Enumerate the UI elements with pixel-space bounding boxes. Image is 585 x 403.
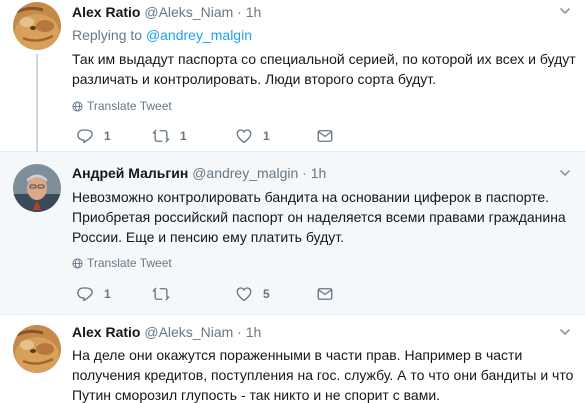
chevron-down-icon[interactable] xyxy=(559,326,571,338)
tweet-1[interactable]: Alex Ratio @Aleks_Niam · 1h Replying to … xyxy=(0,0,585,152)
tweet-text: Так им выдадут паспорта со специальной с… xyxy=(72,51,576,87)
author-handle[interactable]: @andrey_malgin xyxy=(192,165,298,181)
globe-icon xyxy=(72,258,83,269)
translate-tweet-link[interactable]: Translate Tweet xyxy=(72,99,172,113)
author-name[interactable]: Alex Ratio xyxy=(72,4,140,20)
heart-icon xyxy=(235,127,253,145)
like-button[interactable]: 1 xyxy=(235,127,270,145)
direct-message-button[interactable] xyxy=(316,285,334,303)
reply-count: 1 xyxy=(104,287,111,301)
tweet-actions: 1 1 1 xyxy=(72,127,352,147)
retweet-button[interactable]: 1 xyxy=(152,127,187,145)
reply-icon xyxy=(76,127,94,145)
retweet-icon xyxy=(152,127,170,145)
translate-label: Translate Tweet xyxy=(87,99,172,113)
envelope-icon xyxy=(316,285,334,303)
retweet-button[interactable] xyxy=(152,285,180,303)
retweet-icon xyxy=(152,285,170,303)
author-handle[interactable]: @Aleks_Niam xyxy=(144,324,233,340)
tweet-header: Alex Ratio @Aleks_Niam · 1h xyxy=(72,324,261,340)
mention-link[interactable]: @andrey_malgin xyxy=(146,27,252,43)
avatar[interactable] xyxy=(13,164,61,212)
tweet-text: На деле они окажутся пораженными в части… xyxy=(72,347,574,403)
envelope-icon xyxy=(316,127,334,145)
retweet-count: 1 xyxy=(180,129,187,143)
replying-to: Replying to @andrey_malgin xyxy=(72,27,252,43)
translate-tweet-link[interactable]: Translate Tweet xyxy=(72,256,172,270)
tweet-header: Андрей Мальгин @andrey_malgin · 1h xyxy=(72,165,326,181)
author-handle[interactable]: @Aleks_Niam xyxy=(144,4,233,20)
globe-icon xyxy=(72,101,83,112)
tweet-2[interactable]: Андрей Мальгин @andrey_malgin · 1h Невоз… xyxy=(0,152,585,315)
separator-dot: · xyxy=(237,4,242,20)
author-name[interactable]: Alex Ratio xyxy=(72,324,140,340)
timestamp[interactable]: 1h xyxy=(246,324,262,340)
tweet-3[interactable]: Alex Ratio @Aleks_Niam · 1h На деле они … xyxy=(0,315,585,403)
replying-label: Replying to xyxy=(72,27,143,43)
heart-icon xyxy=(235,285,253,303)
direct-message-button[interactable] xyxy=(316,127,334,145)
timestamp[interactable]: 1h xyxy=(311,165,327,181)
timestamp[interactable]: 1h xyxy=(246,4,262,20)
reply-button[interactable]: 1 xyxy=(76,127,111,145)
avatar[interactable] xyxy=(13,325,61,373)
reply-icon xyxy=(76,285,94,303)
separator-dot: · xyxy=(237,324,242,340)
like-count: 1 xyxy=(263,129,270,143)
like-button[interactable]: 5 xyxy=(235,285,270,303)
chevron-down-icon[interactable] xyxy=(559,167,571,179)
chevron-down-icon[interactable] xyxy=(559,5,571,17)
reply-button[interactable]: 1 xyxy=(76,285,111,303)
translate-label: Translate Tweet xyxy=(87,256,172,270)
thread-connector-line xyxy=(36,54,38,152)
tweet-header: Alex Ratio @Aleks_Niam · 1h xyxy=(72,4,261,20)
reply-count: 1 xyxy=(104,129,111,143)
like-count: 5 xyxy=(263,287,270,301)
separator-dot: · xyxy=(302,165,307,181)
avatar[interactable] xyxy=(13,2,61,50)
tweet-actions: 1 5 xyxy=(72,285,352,305)
tweet-text: Невозможно контролировать бандита на осн… xyxy=(72,189,566,245)
author-name[interactable]: Андрей Мальгин xyxy=(72,165,188,181)
